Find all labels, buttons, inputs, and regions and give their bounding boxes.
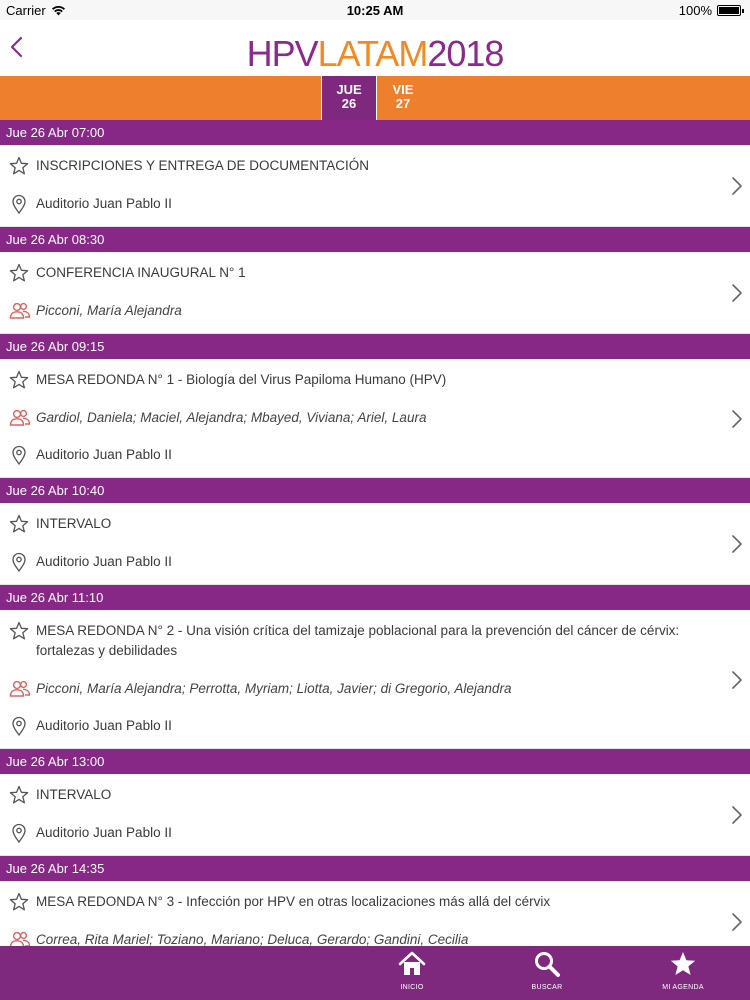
battery-percent: 100%: [678, 3, 712, 18]
favorite-star-icon[interactable]: [9, 514, 29, 534]
favorite-star-icon[interactable]: [9, 621, 29, 641]
status-bar: Carrier 10:25 AM 100%: [0, 0, 750, 20]
session-speakers: Picconi, María Alejandra: [36, 303, 182, 318]
battery-icon: [717, 5, 741, 16]
location-pin-icon: [9, 552, 29, 573]
session-location: Auditorio Juan Pablo II: [36, 554, 172, 569]
clock: 10:25 AM: [346, 3, 404, 18]
tab-label: BUSCAR: [531, 984, 563, 991]
favorite-star-icon[interactable]: [9, 370, 29, 390]
speakers-icon: [9, 301, 31, 321]
session-location: Auditorio Juan Pablo II: [36, 718, 172, 733]
session-item[interactable]: MESA REDONDA N° 3 - Infección por HPV en…: [0, 881, 750, 946]
session-item[interactable]: INTERVALO Auditorio Juan Pablo II: [0, 774, 750, 856]
session-title: MESA REDONDA N° 2 - Una visión crítica d…: [36, 623, 680, 658]
session-item[interactable]: INTERVALO Auditorio Juan Pablo II: [0, 503, 750, 585]
session-item[interactable]: INSCRIPCIONES Y ENTREGA DE DOCUMENTACIÓN…: [0, 145, 750, 227]
section-header: Jue 26 Abr 07:00: [0, 120, 750, 145]
app-logo: HPVLATAM2018: [0, 34, 750, 74]
session-list[interactable]: Jue 26 Abr 07:00 INSCRIPCIONES Y ENTREGA …: [0, 120, 750, 946]
speakers-icon: [9, 679, 31, 699]
section-header: Jue 26 Abr 13:00: [0, 749, 750, 774]
battery-indicator: 100%: [679, 3, 744, 18]
location-pin-icon: [9, 445, 29, 466]
tab-buscar[interactable]: BUSCAR: [507, 946, 587, 1000]
location-pin-icon: [9, 194, 29, 215]
day-tab-name: JUE: [336, 82, 362, 97]
speakers-icon: [9, 408, 31, 428]
search-icon: [535, 952, 560, 977]
favorite-star-icon[interactable]: [9, 892, 29, 912]
chevron-right-icon[interactable]: [730, 408, 744, 430]
session-title: CONFERENCIA INAUGURAL N° 1: [36, 265, 246, 280]
session-item[interactable]: MESA REDONDA N° 1 - Biología del Virus P…: [0, 359, 750, 478]
tab-label: INICIO: [400, 984, 424, 991]
tab-bar: INICIO BUSCAR MI AGENDA: [0, 946, 750, 1000]
session-title: INTERVALO: [36, 787, 112, 802]
session-item[interactable]: MESA REDONDA N° 2 - Una visión crítica d…: [0, 610, 750, 749]
section-header: Jue 26 Abr 14:35: [0, 856, 750, 881]
chevron-right-icon[interactable]: [730, 804, 744, 826]
day-tab-vie[interactable]: VIE 27: [375, 76, 431, 120]
session-location: Auditorio Juan Pablo II: [36, 447, 172, 462]
section-header: Jue 26 Abr 09:15: [0, 334, 750, 359]
session-title: INTERVALO: [36, 516, 112, 531]
favorite-star-icon[interactable]: [9, 156, 29, 176]
day-tab-name: VIE: [392, 82, 414, 97]
favorite-star-icon[interactable]: [9, 785, 29, 805]
chevron-right-icon[interactable]: [730, 669, 744, 691]
chevron-right-icon[interactable]: [730, 175, 744, 197]
session-speakers: Gardiol, Daniela; Maciel, Alejandra; Mba…: [36, 410, 427, 425]
chevron-right-icon[interactable]: [730, 533, 744, 555]
session-speakers: Picconi, María Alejandra; Perrotta, Myri…: [36, 681, 512, 696]
session-speakers: Correa, Rita Mariel; Toziano, Mariano; D…: [36, 932, 469, 946]
tab-label: MI AGENDA: [662, 984, 704, 991]
chevron-right-icon[interactable]: [730, 282, 744, 304]
location-pin-icon: [9, 823, 29, 844]
location-pin-icon: [9, 716, 29, 737]
session-title: MESA REDONDA N° 1 - Biología del Virus P…: [36, 372, 447, 387]
nav-bar: HPVLATAM2018: [0, 20, 750, 76]
session-location: Auditorio Juan Pablo II: [36, 825, 172, 840]
logo-hpv: HPV: [246, 33, 319, 74]
tab-mi-agenda[interactable]: MI AGENDA: [643, 946, 723, 1000]
session-title: INSCRIPCIONES Y ENTREGA DE DOCUMENTACIÓN: [36, 158, 370, 173]
day-tab-jue[interactable]: JUE 26: [321, 76, 377, 120]
home-icon: [398, 951, 426, 975]
logo-year: 2018: [427, 33, 504, 74]
day-tab-number: 27: [395, 96, 411, 111]
speakers-icon: [9, 930, 31, 946]
chevron-right-icon[interactable]: [730, 911, 744, 933]
section-header: Jue 26 Abr 10:40: [0, 478, 750, 503]
session-title: MESA REDONDA N° 3 - Infección por HPV en…: [36, 894, 551, 909]
favorite-star-icon[interactable]: [9, 263, 29, 283]
section-header: Jue 26 Abr 11:10: [0, 585, 750, 610]
logo-latam: LATAM: [317, 33, 429, 74]
session-item[interactable]: CONFERENCIA INAUGURAL N° 1 Picconi, María…: [0, 252, 750, 334]
tab-inicio[interactable]: INICIO: [372, 946, 452, 1000]
day-selector: JUE 26 VIE 27: [0, 76, 750, 120]
session-location: Auditorio Juan Pablo II: [36, 196, 172, 211]
section-header: Jue 26 Abr 08:30: [0, 227, 750, 252]
day-tab-number: 26: [341, 96, 357, 111]
star-icon: [670, 952, 696, 975]
